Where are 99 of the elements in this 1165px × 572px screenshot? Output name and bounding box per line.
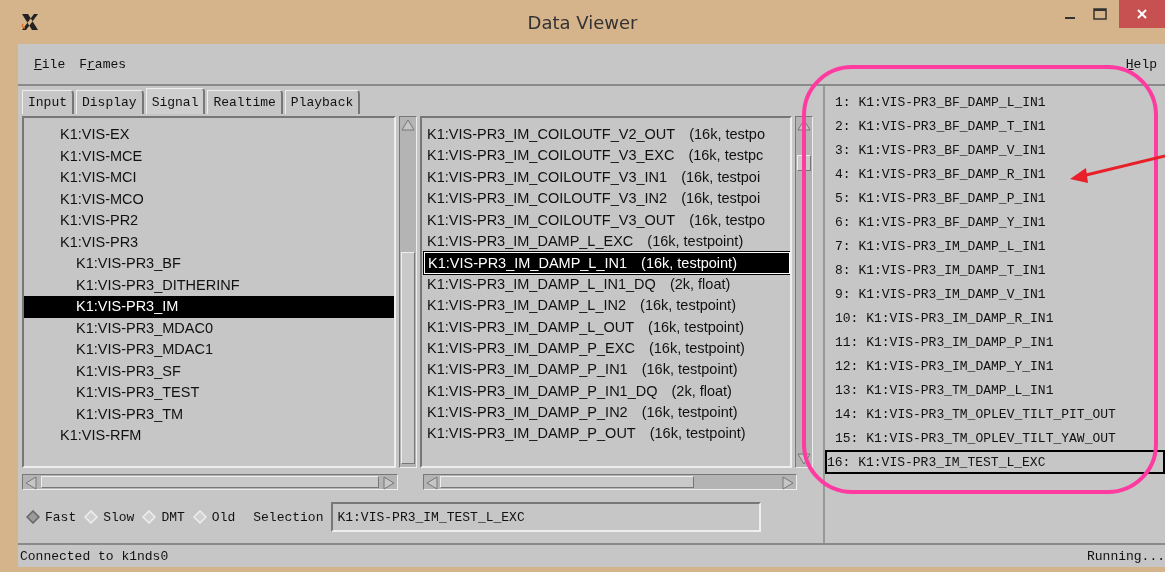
channel-info: (16k, testpoint) [649,424,746,444]
channel-name[interactable]: K1:VIS-PR3_IM_COILOUTF_V3_IN2 [427,188,668,210]
selected-channel[interactable]: 5: K1:VIS-PR3_BF_DAMP_P_IN1 [825,186,1165,210]
tree-item[interactable]: K1:VIS-PR3_TM [24,403,394,425]
selected-channel[interactable]: 6: K1:VIS-PR3_BF_DAMP_Y_IN1 [825,210,1165,234]
channel-info: (16k, testpoint) [641,254,737,273]
channel-name[interactable]: K1:VIS-PR3_IM_DAMP_P_OUT [427,423,636,445]
status-text: Running... [1087,548,1165,564]
menu-item[interactable]: Frames [79,56,127,72]
selected-channel[interactable]: 12: K1:VIS-PR3_IM_DAMP_Y_IN1 [825,354,1165,378]
scroll-thumb[interactable] [440,476,694,488]
radio-option[interactable]: Old [192,509,236,525]
selected-channel[interactable]: 11: K1:VIS-PR3_IM_DAMP_P_IN1 [825,330,1165,354]
tree-item[interactable]: K1:VIS-EX [24,124,394,146]
channel-name[interactable]: K1:VIS-PR3_IM_DAMP_L_IN2 [427,295,627,317]
menu-item[interactable]: File [34,56,66,72]
tab[interactable]: Input [22,90,74,114]
radio-option[interactable]: Fast [26,509,77,525]
channel-name[interactable]: K1:VIS-PR3_IM_DAMP_L_IN1_DQ [427,273,656,296]
selected-channel[interactable]: 10: K1:VIS-PR3_IM_DAMP_R_IN1 [825,306,1165,330]
x-logo-icon [20,12,40,32]
scroll-thumb[interactable] [401,252,415,464]
channel-name[interactable]: K1:VIS-PR3_IM_COILOUTF_V3_IN1 [427,166,668,189]
tree-item[interactable]: K1:VIS-PR3_IM [24,296,394,318]
tab[interactable]: Signal [145,88,206,114]
channel-info: (16k, testpoint) [640,296,736,316]
tree-item[interactable]: K1:VIS-RFM [24,425,394,447]
scroll-down-icon[interactable] [796,451,812,467]
tree-item[interactable]: K1:VIS-PR3_SF [24,360,394,382]
tree-item[interactable]: K1:VIS-PR3_TEST [24,382,394,404]
scrollbar[interactable] [22,474,398,490]
channel-name[interactable]: K1:VIS-PR3_IM_DAMP_P_EXC [427,337,635,360]
channel-info: (2k, float) [671,381,732,401]
tree-item[interactable]: K1:VIS-PR3_MDAC1 [24,339,394,361]
selected-channel[interactable]: 9: K1:VIS-PR3_IM_DAMP_V_IN1 [825,282,1165,306]
maximize-icon [1093,8,1107,20]
diamond-radio-icon [26,510,40,524]
channel-name[interactable]: K1:VIS-PR3_IM_DAMP_L_OUT [427,316,635,338]
tree-item[interactable]: K1:VIS-PR2 [24,210,394,232]
scrollbar[interactable] [399,116,417,468]
selected-channel[interactable]: 13: K1:VIS-PR3_TM_DAMP_L_IN1 [825,378,1165,402]
channel-info: (16k, testpoint) [641,360,738,380]
radio-option[interactable]: DMT [142,509,185,525]
scroll-right-icon[interactable] [780,475,796,491]
window-title: Data Viewer [527,11,638,33]
scroll-left-icon[interactable] [424,475,440,491]
close-icon [1136,8,1148,20]
scroll-up-icon[interactable] [400,117,416,133]
menu-item[interactable]: Help [1125,56,1157,72]
tab[interactable]: Playback [284,90,361,114]
tree-item[interactable]: K1:VIS-PR3 [24,231,394,253]
tree-item[interactable]: K1:VIS-MCE [24,145,394,167]
close-button[interactable] [1119,0,1165,28]
diamond-radio-icon [192,510,207,524]
selected-channel[interactable]: 14: K1:VIS-PR3_TM_OPLEV_TILT_PIT_OUT [825,402,1165,426]
tree-item[interactable]: K1:VIS-PR3_MDAC0 [24,317,394,339]
scroll-right-icon[interactable] [381,475,397,491]
channel-info: (2k, float) [669,274,731,294]
channel-info: (16k, testpoi [681,189,761,209]
channel-info: (16k, testpoi [681,167,761,187]
selected-channel[interactable]: 15: K1:VIS-PR3_TM_OPLEV_TILT_YAW_OUT [825,426,1165,450]
channel-name[interactable]: K1:VIS-PR3_IM_COILOUTF_V2_OUT [427,124,676,146]
selected-channel[interactable]: 16: K1:VIS-PR3_IM_TEST_L_EXC [825,450,1165,474]
channel-name[interactable]: K1:VIS-PR3_IM_COILOUTF_V3_EXC [427,145,675,167]
scroll-thumb[interactable] [41,476,379,488]
diamond-radio-icon [142,510,157,524]
tab[interactable]: Display [76,90,144,114]
selection-field[interactable]: K1:VIS-PR3_IM_TEST_L_EXC [331,502,762,532]
channel-name[interactable]: K1:VIS-PR3_IM_DAMP_L_IN1 [428,253,628,273]
channel-name[interactable]: K1:VIS-PR3_IM_DAMP_P_IN1_DQ [427,380,658,403]
minimize-icon [1065,17,1075,19]
selection-label: Selection [253,509,324,525]
radio-option[interactable]: Slow [84,509,135,525]
scrollbar[interactable] [423,474,797,490]
channel-name[interactable]: K1:VIS-PR3_IM_COILOUTF_V3_OUT [427,209,676,231]
scroll-left-icon[interactable] [23,475,39,491]
channel-info: (16k, testpoint) [648,338,745,358]
channel-info: (16k, testpoint) [648,317,745,337]
selected-channel[interactable]: 8: K1:VIS-PR3_IM_DAMP_T_IN1 [825,258,1165,282]
tree-item[interactable]: K1:VIS-MCO [24,188,394,210]
selected-channel[interactable]: 7: K1:VIS-PR3_IM_DAMP_L_IN1 [825,234,1165,258]
channel-name[interactable]: K1:VIS-PR3_IM_DAMP_P_IN1 [427,359,628,381]
tree-item[interactable]: K1:VIS-PR3_DITHERINF [24,274,394,296]
tree-item[interactable]: K1:VIS-PR3_BF [24,253,394,275]
selected-channel[interactable]: 4: K1:VIS-PR3_BF_DAMP_R_IN1 [825,162,1165,186]
selected-channel[interactable]: 2: K1:VIS-PR3_BF_DAMP_T_IN1 [825,114,1165,138]
channel-info: (16k, testpoint) [641,403,738,423]
channel-info: (16k, testpo [689,125,765,144]
channel-info: (16k, testpc [688,146,764,166]
channel-name[interactable]: K1:VIS-PR3_IM_DAMP_P_IN2 [427,402,628,424]
channel-name[interactable]: K1:VIS-PR3_IM_DAMP_L_EXC [427,230,634,253]
tab[interactable]: Realtime [207,90,283,114]
status-text: Connected to k1nds0 [20,548,169,564]
channel-info: (16k, testpoint) [647,231,744,251]
selected-channel[interactable]: 1: K1:VIS-PR3_BF_DAMP_L_IN1 [825,90,1165,114]
selected-channel[interactable]: 3: K1:VIS-PR3_BF_DAMP_V_IN1 [825,138,1165,162]
tree-item[interactable]: K1:VIS-MCI [24,167,394,189]
diamond-radio-icon [84,510,99,524]
channel-info: (16k, testpo [689,210,765,230]
